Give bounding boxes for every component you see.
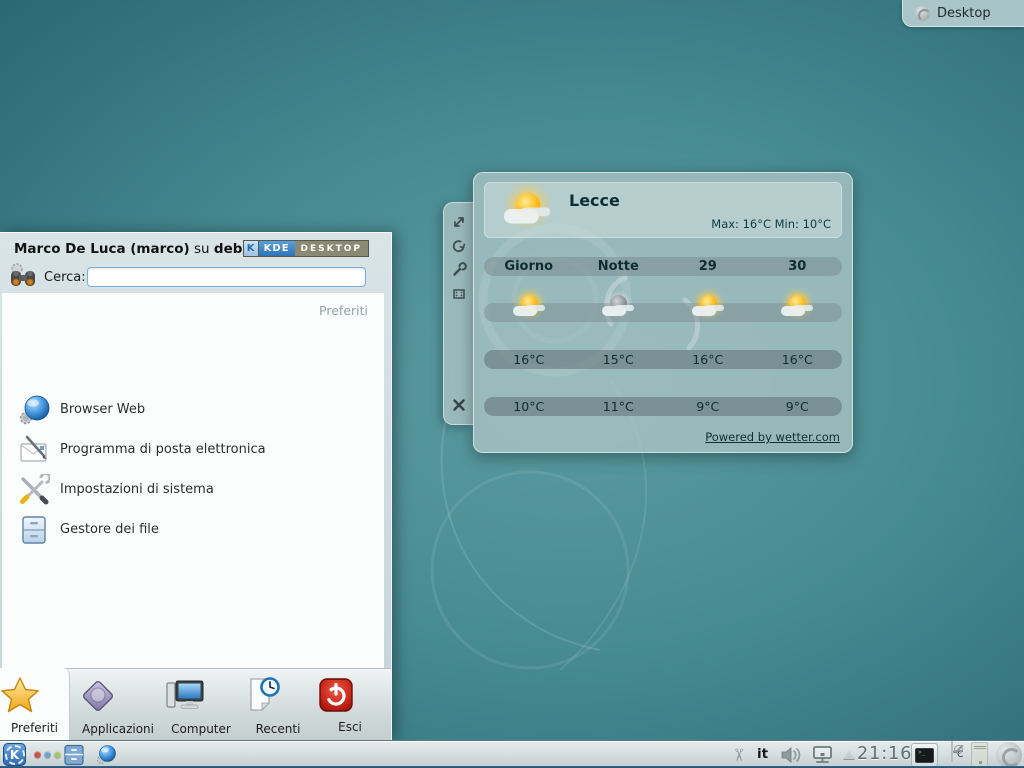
weather-condition-row [484,303,842,322]
green-dot-icon [54,751,61,758]
user-name: Marco De Luca (marco) [14,241,190,257]
high-temp: 15°C [574,352,664,367]
bottom-panel: K ✂ it [0,740,1024,768]
terminal-screen-icon: >_ [915,748,934,763]
close-icon[interactable] [450,396,468,414]
menu-item-label: Impostazioni di sistema [60,482,214,497]
kickoff-launcher: Marco De Luca (marco) su debian K KDE DE… [0,232,392,740]
computer-icon [163,676,239,716]
weather-col-date2: 30 [753,259,843,274]
digital-clock[interactable]: 21:16 [857,744,912,764]
klipper-scissors-icon[interactable]: ✂ [728,748,748,762]
weather-column-headers: Giorno Notte 29 30 [484,257,842,276]
cashew-icon [915,6,930,21]
menu-item-system-settings[interactable]: Impostazioni di sistema [2,471,384,509]
toolbox-label: Desktop [937,6,991,21]
narrow-tray-widget[interactable] [971,742,988,768]
favorites-section-label: Preferiti [319,303,368,318]
rotate-icon[interactable] [450,237,468,255]
weather-col-day: Giorno [484,259,574,274]
configure-wrench-icon[interactable] [450,261,468,279]
condition-icon-night [600,295,636,322]
tab-label: Esci [338,720,362,734]
tab-favorites[interactable]: Preferiti [0,668,70,741]
applications-icon [78,676,158,716]
tab-applications[interactable]: Applicazioni [78,669,158,741]
menu-item-email[interactable]: Programma di posta elettronica [2,431,384,469]
high-temp: 16°C [753,352,843,367]
user-host-title: Marco De Luca (marco) su debian [14,241,266,257]
activity-dots-applet[interactable] [34,751,61,758]
search-binoculars-icon [8,261,38,291]
weather-header-condition-icon [501,193,553,232]
network-monitor-icon[interactable] [812,745,834,765]
power-leave-icon [317,676,383,714]
tab-recent[interactable]: Recenti [243,669,313,741]
tab-label: Applicazioni [82,722,154,736]
tab-label: Preferiti [11,721,58,735]
condition-icon-date2 [779,295,815,322]
kde-logo-icon: K [244,241,259,256]
weather-high-temps-row: 16°C 15°C 16°C 16°C [484,350,842,369]
maximize-icon[interactable] [450,285,468,303]
weather-low-temps-row: 10°C 11°C 9°C 9°C [484,397,842,416]
low-temp: 9°C [753,399,843,414]
web-browser-icon [18,394,50,426]
no-data-icon [951,741,953,762]
badge-desktop-label: DESKTOP [295,244,368,254]
weather-max-min: Max: 16°C Min: 10°C [711,217,831,231]
blue-dot-icon [44,751,51,758]
desktop-toolbox-button[interactable]: Desktop [902,0,1024,27]
panel-toolbox-cashew[interactable] [996,742,1022,768]
keyboard-layout-indicator[interactable]: it [757,746,768,762]
launcher-content: Preferiti Browser Web [2,293,384,668]
resize-icon[interactable] [450,213,468,231]
user-separator: su [194,241,210,257]
kde-menu-button[interactable]: K [3,743,26,766]
tab-leave[interactable]: Esci [317,669,383,741]
weather-widget: Lecce Max: 16°C Min: 10°C Giorno Notte 2… [473,172,853,453]
red-dot-icon [34,751,41,758]
weather-city: Lecce [569,191,620,210]
badge-kde-label: KDE [259,241,295,256]
weather-col-night: Notte [574,259,664,274]
weather-credit-link[interactable]: Powered by wetter.com [705,430,840,444]
high-temp: 16°C [663,352,753,367]
volume-speaker-icon[interactable] [781,747,805,763]
tab-label: Computer [171,722,231,736]
search-input[interactable] [87,267,366,287]
file-manager-launcher-icon[interactable] [63,744,85,766]
low-temp: 9°C [663,399,753,414]
low-temp: 11°C [574,399,664,414]
file-manager-icon [18,514,50,546]
kde-desktop-badge: K KDE DESKTOP [243,240,369,257]
desktop-background: Desktop Lecce Max: 16°C Min: 10°C Giorno… [0,0,1024,768]
menu-item-label: Browser Web [60,402,145,417]
system-settings-icon [18,474,50,506]
menu-item-label: Programma di posta elettronica [60,442,266,457]
tray-expander-arrow-icon[interactable] [843,751,855,759]
weather-col-date1: 29 [663,259,753,274]
star-icon [0,675,69,715]
recent-documents-icon [243,676,313,716]
low-temp: 10°C [484,399,574,414]
condition-icon-date1 [690,295,726,322]
terminal-tray-icon[interactable]: >_ [911,743,938,767]
search-label: Cerca: [44,270,86,285]
weather-header: Lecce Max: 16°C Min: 10°C [484,182,842,238]
plasmoid-handle[interactable] [443,202,474,425]
menu-item-label: Gestore dei file [60,522,159,537]
launcher-tabbar: Preferiti Applicazioni [0,668,391,741]
tab-computer[interactable]: Computer [163,669,239,741]
tab-label: Recenti [256,722,301,736]
web-browser-launcher-icon[interactable] [95,744,117,766]
condition-icon-day [511,295,547,322]
menu-item-web-browser[interactable]: Browser Web [2,391,384,429]
high-temp: 16°C [484,352,574,367]
menu-item-file-manager[interactable]: Gestore dei file [2,511,384,549]
email-icon [18,434,50,466]
weather-tray-applet[interactable]: °C [946,742,968,768]
